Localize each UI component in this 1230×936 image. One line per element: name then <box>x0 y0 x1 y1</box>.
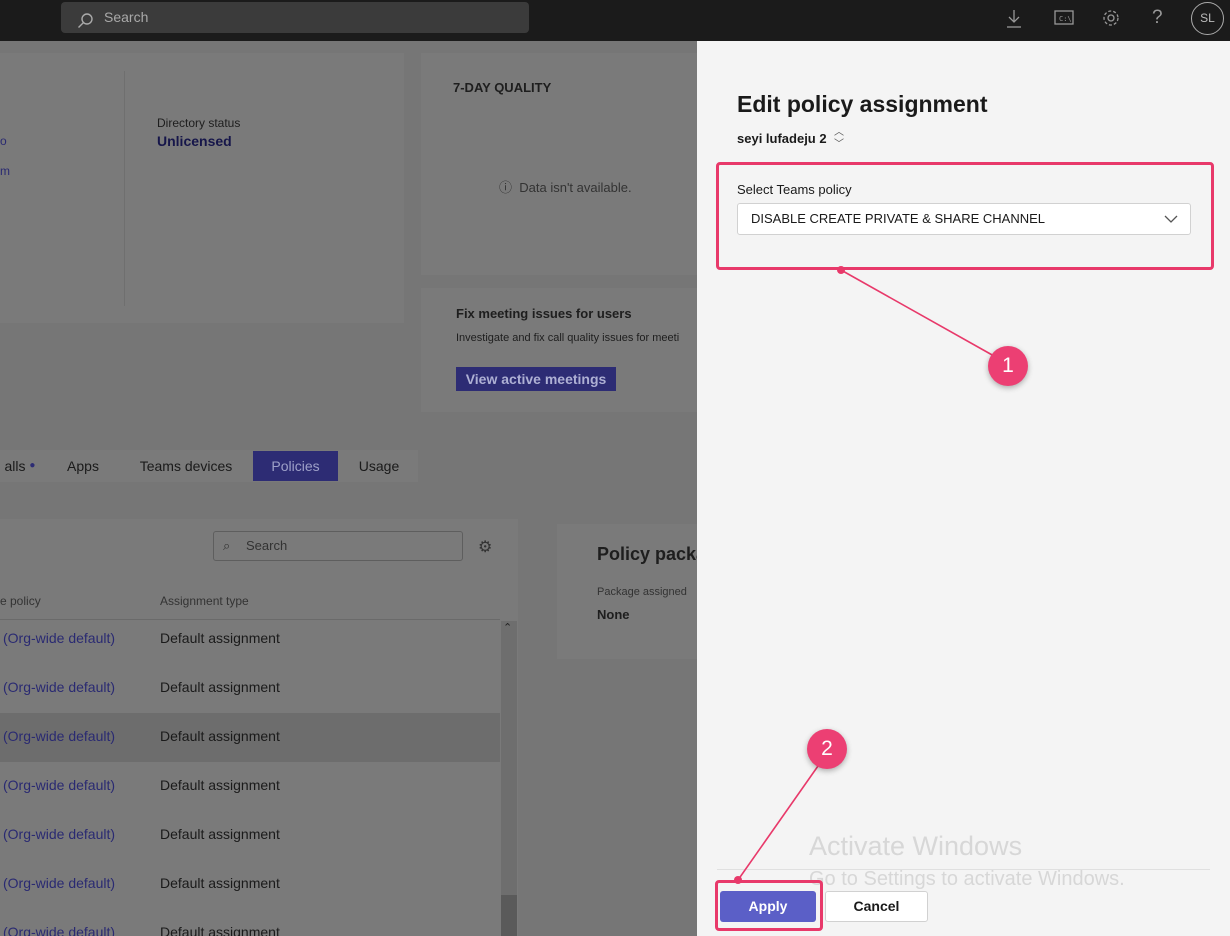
step-badge-1: 1 <box>988 346 1028 386</box>
annotation-connector-lines <box>734 266 995 884</box>
step-badge-2: 2 <box>807 729 847 769</box>
